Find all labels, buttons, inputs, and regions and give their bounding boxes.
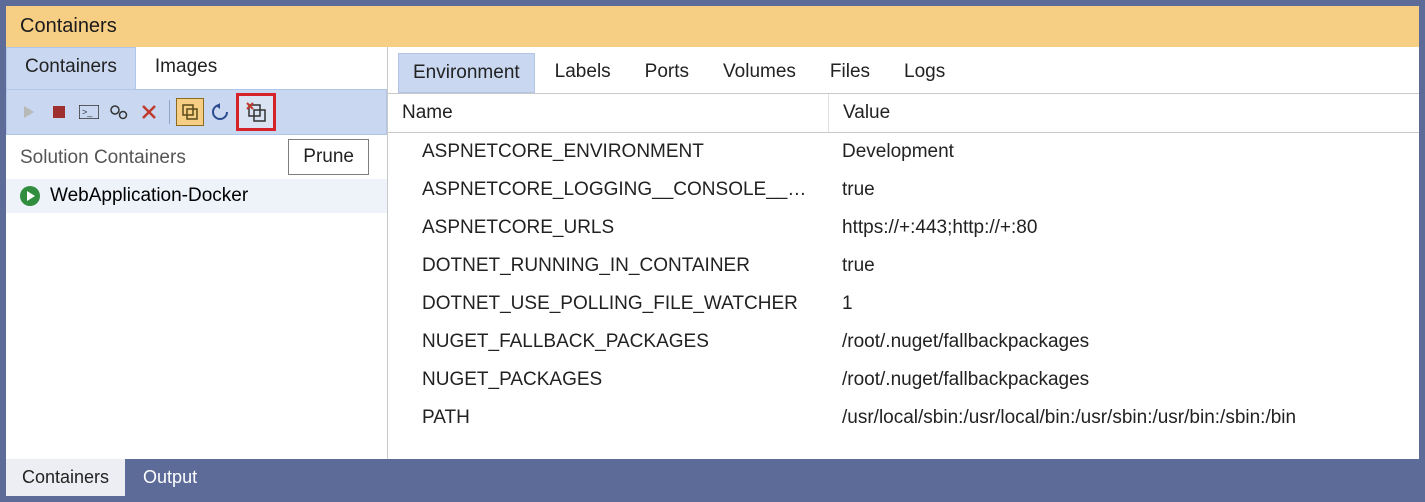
grid-header-row: Name Value (388, 94, 1419, 133)
env-value-cell: /root/.nuget/fallbackpackages (828, 361, 1419, 399)
table-row[interactable]: NUGET_FALLBACK_PACKAGES/root/.nuget/fall… (388, 323, 1419, 361)
right-panel: Environment Labels Ports Volumes Files L… (388, 47, 1419, 459)
detail-tabstrip: Environment Labels Ports Volumes Files L… (388, 47, 1419, 93)
window-title: Containers (6, 6, 1419, 47)
tab-environment[interactable]: Environment (398, 53, 535, 93)
bottom-tabstrip: Containers Output (6, 459, 1419, 496)
table-row[interactable]: DOTNET_RUNNING_IN_CONTAINERtrue (388, 247, 1419, 285)
show-all-button[interactable] (176, 98, 204, 126)
section-header: Solution Containers Prune (6, 135, 387, 179)
container-name-label: WebApplication-Docker (50, 185, 248, 207)
env-name-cell: ASPNETCORE_LOGGING__CONSOLE__DISA... (388, 171, 828, 209)
tab-logs[interactable]: Logs (890, 53, 959, 93)
delete-button[interactable] (135, 98, 163, 126)
env-name-cell: NUGET_FALLBACK_PACKAGES (388, 323, 828, 361)
column-header-name[interactable]: Name (388, 94, 828, 132)
container-toolbar: >_ (6, 89, 387, 135)
left-panel: Containers Images >_ (6, 47, 388, 459)
env-name-cell: ASPNETCORE_ENVIRONMENT (388, 133, 828, 171)
env-value-cell: /root/.nuget/fallbackpackages (828, 323, 1419, 361)
section-header-label: Solution Containers (20, 147, 186, 168)
start-button[interactable] (15, 98, 43, 126)
env-name-cell: PATH (388, 399, 828, 437)
table-row[interactable]: DOTNET_USE_POLLING_FILE_WATCHER1 (388, 285, 1419, 323)
stop-button[interactable] (45, 98, 73, 126)
terminal-button[interactable]: >_ (75, 98, 103, 126)
containers-tool-window: Containers Containers Images >_ (6, 6, 1419, 496)
bottom-tab-output[interactable]: Output (127, 459, 213, 496)
tab-files[interactable]: Files (816, 53, 884, 93)
running-icon (20, 186, 40, 206)
env-value-cell: https://+:443;http://+:80 (828, 209, 1419, 247)
prune-button[interactable] (236, 93, 276, 131)
table-row[interactable]: NUGET_PACKAGES/root/.nuget/fallbackpacka… (388, 361, 1419, 399)
refresh-button[interactable] (206, 98, 234, 126)
main-split: Containers Images >_ (6, 47, 1419, 459)
env-value-cell: 1 (828, 285, 1419, 323)
grid-body: ASPNETCORE_ENVIRONMENTDevelopmentASPNETC… (388, 133, 1419, 437)
tab-images[interactable]: Images (136, 47, 236, 89)
table-row[interactable]: ASPNETCORE_ENVIRONMENTDevelopment (388, 133, 1419, 171)
bottom-tab-containers[interactable]: Containers (6, 459, 125, 496)
svg-text:>_: >_ (82, 107, 93, 117)
env-name-cell: DOTNET_RUNNING_IN_CONTAINER (388, 247, 828, 285)
tab-ports[interactable]: Ports (631, 53, 703, 93)
env-value-cell: true (828, 247, 1419, 285)
container-tree-item[interactable]: WebApplication-Docker (6, 179, 387, 213)
settings-button[interactable] (105, 98, 133, 126)
tab-labels[interactable]: Labels (541, 53, 625, 93)
env-value-cell: true (828, 171, 1419, 209)
toolbar-separator (169, 100, 170, 124)
left-tabstrip: Containers Images (6, 47, 387, 89)
column-header-value[interactable]: Value (828, 94, 1419, 132)
env-name-cell: NUGET_PACKAGES (388, 361, 828, 399)
table-row[interactable]: ASPNETCORE_URLShttps://+:443;http://+:80 (388, 209, 1419, 247)
environment-grid: Name Value ASPNETCORE_ENVIRONMENTDevelop… (388, 93, 1419, 459)
tab-volumes[interactable]: Volumes (709, 53, 810, 93)
env-value-cell: Development (828, 133, 1419, 171)
table-row[interactable]: ASPNETCORE_LOGGING__CONSOLE__DISA...true (388, 171, 1419, 209)
table-row[interactable]: PATH/usr/local/sbin:/usr/local/bin:/usr/… (388, 399, 1419, 437)
tab-containers[interactable]: Containers (6, 47, 136, 89)
env-name-cell: ASPNETCORE_URLS (388, 209, 828, 247)
env-value-cell: /usr/local/sbin:/usr/local/bin:/usr/sbin… (828, 399, 1419, 437)
prune-tooltip: Prune (288, 139, 369, 175)
env-name-cell: DOTNET_USE_POLLING_FILE_WATCHER (388, 285, 828, 323)
